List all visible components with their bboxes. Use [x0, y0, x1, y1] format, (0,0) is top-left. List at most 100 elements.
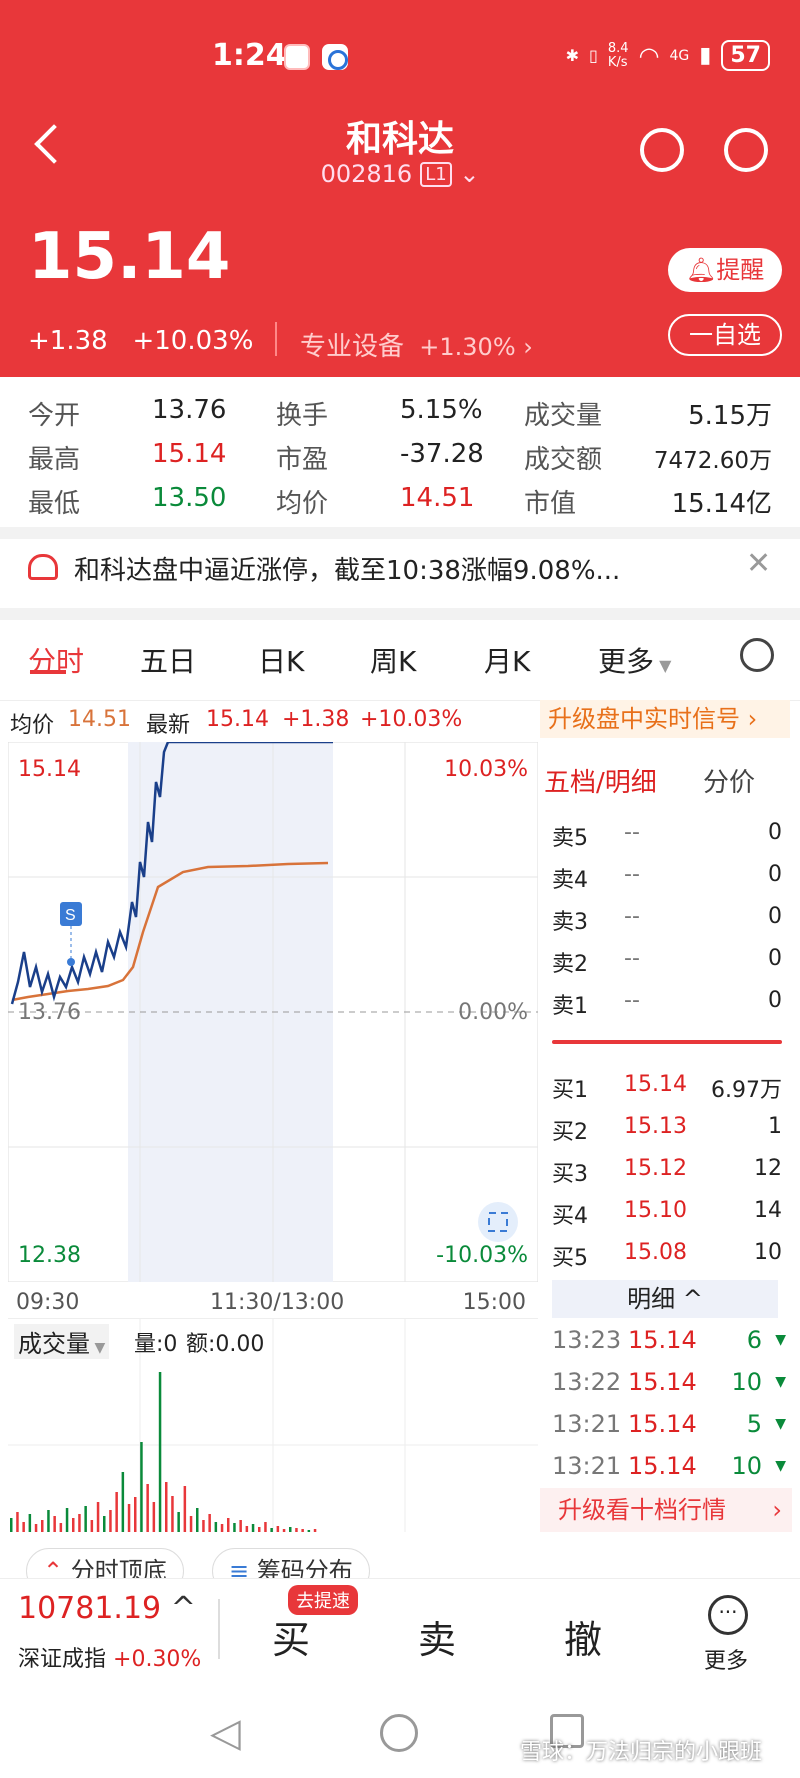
chevron-right-icon: ›	[523, 333, 533, 361]
buy-button[interactable]: 买	[272, 1609, 310, 1664]
tab-intraday[interactable]: 分时	[28, 640, 84, 680]
upgrade-depth-label: 升级看十档行情	[558, 1496, 726, 1524]
ask-vol: 0	[768, 862, 782, 887]
ask-label: 卖2	[552, 952, 588, 977]
y-bot-label: 12.38	[18, 1243, 81, 1268]
latest-label: 最新	[146, 713, 191, 738]
volume-bar	[90, 1520, 94, 1532]
chevron-up-icon: ^	[682, 1285, 703, 1313]
intraday-chart[interactable]: S 15.14 13.76 12.38 10.03% 0.00% -10.03%	[7, 740, 539, 1283]
trade-row: 13:21 15.14 10 ▼	[552, 1452, 790, 1492]
volume-bar	[78, 1514, 81, 1532]
nav-home-icon[interactable]	[380, 1714, 418, 1752]
volume-bar	[189, 1516, 193, 1532]
bid-row-2: 买2 15.13 1	[552, 1114, 790, 1154]
volume-bar	[251, 1524, 255, 1532]
pct-mid-label: 0.00%	[458, 1000, 528, 1025]
ask-row-1: 卖1 -- 0	[552, 988, 790, 1028]
signal-mark-text: S	[65, 907, 76, 924]
low-value: 13.50	[152, 483, 227, 513]
ask-price: --	[624, 862, 640, 887]
ask-row-3: 卖3 -- 0	[552, 904, 790, 944]
ask-row-4: 卖4 -- 0	[552, 862, 790, 902]
volume-bar	[41, 1520, 44, 1532]
wifi-icon: ◠	[638, 41, 660, 70]
upgrade-signal-link[interactable]: 升级盘中实时信号 ›	[540, 700, 790, 738]
trade-vol: 5	[746, 1410, 762, 1438]
trade-row: 13:21 15.14 5 ▼	[552, 1410, 790, 1450]
bid-label: 买3	[552, 1162, 588, 1187]
ask-label: 卖4	[552, 868, 588, 893]
trade-price: 15.14	[628, 1452, 697, 1480]
ask-row-5: 卖5 -- 0	[552, 820, 790, 860]
volume-bar	[65, 1508, 69, 1532]
remind-button[interactable]: 🔔︎提醒	[668, 248, 782, 292]
bid-label: 买4	[552, 1204, 588, 1229]
tab-more[interactable]: 更多 ▼	[598, 640, 671, 680]
tab-weekly-k[interactable]: 周K	[370, 640, 416, 680]
notice-text: 和科达盘中逼近涨停，截至10:38涨幅9.08%...	[74, 556, 621, 586]
bid-price: 15.10	[624, 1198, 687, 1223]
sector-link[interactable]: 专业设备 +1.30% ›	[300, 326, 533, 363]
refresh-icon[interactable]	[640, 128, 684, 172]
high-label: 最高	[28, 445, 81, 475]
close-icon[interactable]: ✕	[746, 546, 771, 581]
ask-label: 卖1	[552, 994, 588, 1019]
volume-bar	[313, 1529, 317, 1532]
search-icon[interactable]	[724, 128, 768, 172]
more-icon[interactable]: ···	[708, 1595, 748, 1635]
avg-price: 14.51	[68, 707, 131, 732]
ask-price: --	[624, 988, 640, 1013]
battery-icon: 57	[721, 40, 770, 71]
pct-bot-label: -10.03%	[436, 1243, 528, 1268]
chevron-down-icon: ⌄	[459, 160, 480, 188]
open-value: 13.76	[152, 395, 227, 425]
bid-label: 买5	[552, 1246, 588, 1271]
volume-selector[interactable]: 成交量 ▼	[14, 1324, 110, 1359]
settings-icon[interactable]	[740, 638, 774, 672]
ask-price: --	[624, 820, 640, 845]
volume-bar	[22, 1522, 25, 1532]
stock-code-selector[interactable]: 002816 L1 ⌄	[0, 160, 800, 188]
tab-price-dist[interactable]: 分价	[703, 762, 755, 799]
trade-time: 13:22	[552, 1368, 622, 1396]
volume-bar	[134, 1497, 137, 1532]
volume-bar	[72, 1518, 75, 1532]
index-ticker[interactable]: 10781.19 ^	[18, 1591, 196, 1626]
volume-bar	[301, 1529, 304, 1532]
volume-bar	[121, 1472, 125, 1532]
bid-price: 15.08	[624, 1240, 687, 1265]
bid-label: 买1	[552, 1078, 588, 1103]
volume-bar	[208, 1514, 211, 1532]
sell-button[interactable]: 卖	[418, 1609, 456, 1664]
volume-bar	[264, 1522, 267, 1532]
trade-row: 13:22 15.14 10 ▼	[552, 1368, 790, 1408]
nav-back-icon[interactable]: ◁	[210, 1710, 241, 1756]
speed-badge[interactable]: 去提速	[288, 1585, 358, 1615]
separator	[0, 527, 800, 539]
tab-order-book[interactable]: 五档/明细	[544, 762, 657, 799]
tab-monthly-k[interactable]: 月K	[484, 640, 530, 680]
add-watchlist-button[interactable]: 一自选	[668, 314, 782, 356]
detail-toggle[interactable]: 明细 ^	[552, 1280, 778, 1318]
expand-icon[interactable]	[478, 1202, 518, 1242]
trade-price: 15.14	[628, 1368, 697, 1396]
signal-icon: ▮	[699, 43, 712, 68]
volume-bar	[295, 1528, 298, 1532]
upgrade-signal-label: 升级盘中实时信号	[548, 705, 740, 733]
volume-bar	[183, 1486, 187, 1532]
volume-bar	[227, 1518, 230, 1532]
news-notice[interactable]: 和科达盘中逼近涨停，截至10:38涨幅9.08%... ✕	[0, 540, 800, 600]
bid-label: 买2	[552, 1120, 588, 1145]
status-icons: ✱ ▯ 8.4 K/s ◠ 4G ▮ 57	[566, 40, 770, 71]
more-label[interactable]: 更多	[704, 1643, 748, 1675]
cancel-button[interactable]: 撤	[564, 1609, 602, 1664]
upgrade-depth-link[interactable]: 升级看十档行情 ›	[540, 1488, 792, 1532]
tab-five-day[interactable]: 五日	[140, 640, 196, 680]
sector-pct: +1.30%	[419, 333, 516, 361]
ask-vol: 0	[768, 904, 782, 929]
tab-daily-k[interactable]: 日K	[258, 640, 304, 680]
chart-svg: S 15.14 13.76 12.38 10.03% 0.00% -10.03%	[7, 740, 539, 1283]
quote-header: 1:24 ✱ ▯ 8.4 K/s ◠ 4G ▮ 57 和科达 002816 L1 …	[0, 0, 800, 377]
ask-vol: 0	[768, 946, 782, 971]
